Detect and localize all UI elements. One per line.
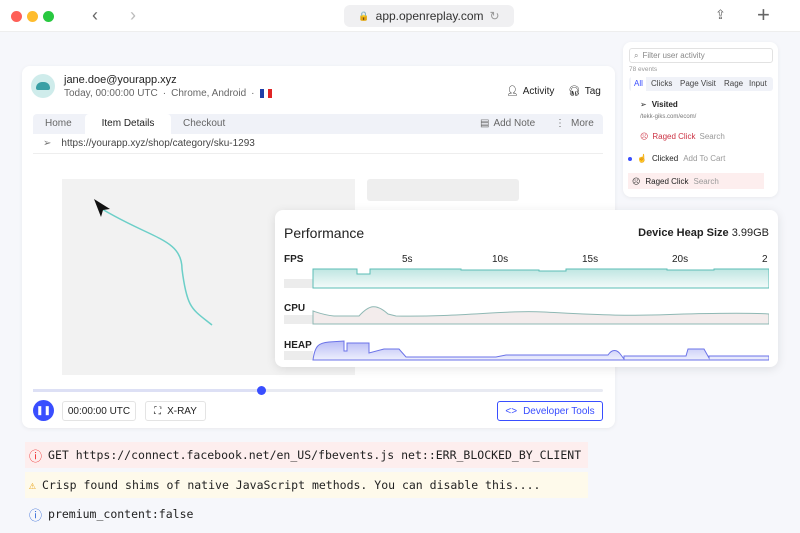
console-info-row[interactable]: ⓘ premium_content:false: [25, 501, 588, 527]
filter-clicks[interactable]: Clicks: [651, 77, 672, 91]
search-icon: ⌕: [634, 50, 639, 60]
send-icon: ➢: [640, 100, 647, 109]
developer-tools-button[interactable]: <> Developer Tools: [497, 401, 603, 421]
timeline-scrubber[interactable]: [257, 386, 266, 395]
event-detail: /tekk-giks.com/ecom/: [640, 114, 697, 120]
cursor-icon: [94, 199, 110, 217]
more-button[interactable]: ⋮ More: [543, 114, 606, 134]
error-icon: ⓘ: [29, 449, 43, 465]
france-flag-icon: [259, 89, 272, 98]
fps-label: FPS: [284, 254, 304, 265]
tag-button[interactable]: 🎧︎ Tag: [568, 86, 601, 97]
event-item-current[interactable]: ☝ Clicked Add To Cart: [628, 154, 725, 163]
send-icon: ➢: [43, 138, 52, 149]
tick-label: 20s: [672, 254, 689, 265]
activity-button[interactable]: 👤︎ Activity: [506, 86, 554, 97]
tick-label: 10s: [492, 254, 509, 265]
fps-series: [312, 268, 769, 289]
tab-checkout[interactable]: Checkout: [171, 114, 237, 134]
event-count: 78 events: [629, 66, 658, 73]
tab-home[interactable]: Home: [33, 114, 84, 134]
browser-toolbar: ‹ › 🔒 app.openreplay.com ↻ ⇪ +: [0, 0, 800, 32]
xray-icon: ⛶: [154, 405, 162, 417]
placeholder-block: [367, 179, 519, 201]
tick-label: 2: [762, 254, 768, 265]
warning-icon: ⚠: [29, 478, 36, 492]
headset-icon: 🎧︎: [568, 86, 581, 97]
new-tab-icon[interactable]: +: [757, 2, 770, 28]
user-email[interactable]: jane.doe@yourapp.xyz: [64, 74, 177, 86]
console-error-row[interactable]: ⓘ GET https://connect.facebook.net/en_US/…: [25, 442, 588, 468]
share-icon[interactable]: ⇪: [715, 7, 726, 23]
xray-button[interactable]: ⛶ X-RAY: [145, 401, 206, 421]
tick-label: 15s: [582, 254, 599, 265]
heap-series: [312, 340, 769, 361]
heap-value: 3.99GB: [731, 227, 769, 239]
events-panel: ⌕ Filter user activity 78 events All Clic…: [623, 42, 778, 197]
user-icon: 👤︎: [506, 86, 519, 97]
performance-panel: Performance Device Heap Size 3.99GB FPS …: [275, 210, 778, 367]
performance-title: Performance: [284, 225, 365, 241]
filter-activity-input[interactable]: ⌕ Filter user activity: [629, 48, 773, 63]
back-icon[interactable]: ‹: [92, 5, 98, 26]
more-vertical-icon: ⋮: [555, 118, 565, 129]
maximize-window-button[interactable]: [43, 11, 54, 22]
angry-face-icon: ☹: [632, 176, 641, 186]
timeline-track[interactable]: [33, 386, 603, 395]
avatar: [31, 74, 55, 98]
lock-icon: 🔒: [358, 10, 370, 21]
page-url-bar: ➢ https://yourapp.xyz/shop/category/sku-1…: [33, 134, 603, 154]
address-bar[interactable]: 🔒 app.openreplay.com ↻: [344, 5, 514, 27]
filter-all[interactable]: All: [631, 77, 646, 91]
event-item[interactable]: ☹ Raged Click Search: [640, 132, 725, 141]
forward-icon[interactable]: ›: [130, 5, 136, 26]
note-icon: ▤: [480, 118, 490, 129]
filter-input[interactable]: Input: [749, 77, 767, 91]
minimize-window-button[interactable]: [27, 11, 38, 22]
current-indicator: [628, 156, 632, 161]
tab-item-details[interactable]: Item Details: [85, 114, 171, 134]
cpu-series: [312, 306, 769, 325]
add-note-button[interactable]: ▤ Add Note: [468, 114, 547, 134]
angry-face-icon: ☹: [640, 132, 649, 141]
time-display: 00:00:00 UTC: [62, 401, 136, 421]
event-item[interactable]: ☹ Raged Click Search: [628, 173, 764, 189]
info-icon: ⓘ: [29, 508, 43, 524]
filter-page-visit[interactable]: Page Visit: [680, 77, 716, 91]
code-icon: <>: [505, 405, 518, 417]
pointer-icon: ☝: [637, 154, 647, 163]
close-window-button[interactable]: [11, 11, 22, 22]
filter-rage[interactable]: Rage: [724, 77, 743, 91]
heap-label: Device Heap Size: [638, 227, 729, 239]
tab-bar: Home Item Details Checkout ▤ Add Note ⋮ Mo…: [33, 114, 603, 134]
session-meta: Today, 00:00:00 UTC · Chrome, Android ·: [64, 88, 272, 99]
performance-charts: [284, 268, 769, 361]
tick-label: 5s: [402, 254, 413, 265]
console-warning-row[interactable]: ⚠ Crisp found shims of native JavaScript …: [25, 472, 588, 498]
event-item[interactable]: ➢ Visited: [640, 100, 678, 109]
event-filters: All Clicks Page Visit Rage Input: [629, 77, 773, 91]
pause-button[interactable]: ❚❚: [33, 400, 54, 421]
reload-icon[interactable]: ↻: [490, 9, 500, 23]
pause-icon: ❚❚: [35, 405, 52, 415]
